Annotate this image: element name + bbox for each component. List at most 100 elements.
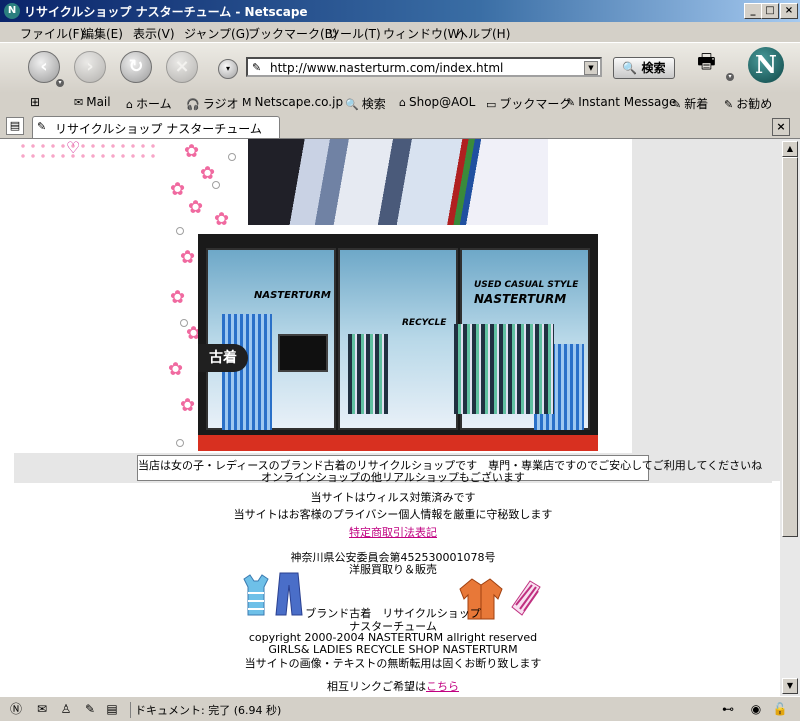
close-button[interactable]: × xyxy=(780,3,798,19)
flower-decoration: ✿ xyxy=(170,287,186,308)
menu-window[interactable]: ウィンドウ(W) xyxy=(383,25,464,42)
window-title: リサイクルショップ ナスターチューム - Netscape xyxy=(24,5,308,19)
toolbar-recommend-label: お勧め xyxy=(736,97,773,111)
netscape-logo[interactable]: N xyxy=(748,47,784,83)
tab-bar: ▤ ✎ リサイクルショップ ナスターチューム × xyxy=(0,114,800,139)
personal-toolbar: ⊞ ✉ Mail ⌂ ホーム 🎧 ラジオ M Netscape.co.jp 🔍 検索 ⌂ S… xyxy=(0,92,800,115)
toolbar-radio-label: ラジオ xyxy=(202,97,239,111)
maximize-button[interactable]: □ xyxy=(761,3,779,19)
scroll-down-button[interactable]: ▼ xyxy=(782,678,798,694)
title-bar: N リサイクルショップ ナスターチューム - Netscape _ □ × xyxy=(0,0,800,22)
menu-go[interactable]: ジャンプ(G) xyxy=(184,25,250,42)
toolbar-bookmarks-label: ブックマーク xyxy=(499,97,572,111)
furugi-sign: 古着 xyxy=(198,344,248,372)
flower-decoration: ✿ xyxy=(214,209,230,230)
notice-line-2: オンラインショップの他リアルショップもございます xyxy=(261,471,525,484)
flower-decoration: ✿ xyxy=(200,163,216,184)
bead-decoration xyxy=(176,227,184,235)
back-dropdown-icon[interactable]: ▾ xyxy=(56,79,64,87)
mail-icon[interactable]: ✉ xyxy=(34,701,50,717)
privacy-icon[interactable]: ◉ xyxy=(748,701,764,717)
address-book-icon[interactable]: ▤ xyxy=(104,701,120,717)
flower-decoration: ✿ xyxy=(180,247,196,268)
search-button[interactable]: 🔍 検索 xyxy=(613,57,675,79)
toolbar-recommend[interactable]: ✎ お勧め xyxy=(724,95,772,112)
bead-decoration xyxy=(212,181,220,189)
recycle-sign: RECYCLE xyxy=(402,318,447,328)
link-request-link[interactable]: こちら xyxy=(426,680,459,693)
toolbar-radio[interactable]: 🎧 ラジオ xyxy=(186,95,238,112)
print-icon[interactable]: 🖶 xyxy=(697,51,723,71)
business-line: 洋服買取り＆販売 xyxy=(349,563,437,576)
toolbar-instant-message[interactable]: ✎ Instant Message xyxy=(566,95,676,109)
toolbar-mail[interactable]: ✉ Mail xyxy=(74,95,111,109)
toolbar-netscape-label: Netscape.co.jp xyxy=(254,95,344,109)
no-copy-notice: 当サイトの画像・テキストの無断転用は固くお断り致します xyxy=(244,657,542,670)
link-icon: ✎ xyxy=(724,98,734,111)
online-status-icon[interactable]: ⊷ xyxy=(720,701,736,717)
instant-message-icon[interactable]: ♙ xyxy=(58,701,74,717)
bead-decoration xyxy=(176,439,184,447)
security-lock-icon[interactable]: 🔓 xyxy=(772,701,788,717)
home-icon: ⌂ xyxy=(126,98,133,111)
menu-file[interactable]: ファイル(F) xyxy=(20,25,84,42)
bead-decoration xyxy=(228,153,236,161)
composer-icon[interactable]: ✎ xyxy=(82,701,98,717)
toolbar-netscape[interactable]: M Netscape.co.jp xyxy=(242,95,343,109)
scroll-up-button[interactable]: ▲ xyxy=(782,141,798,157)
toolbar-new-label: 新着 xyxy=(684,97,709,111)
law-link[interactable]: 特定商取引法表記 xyxy=(349,526,437,539)
url-history-button[interactable]: ▾ xyxy=(218,59,238,79)
page-icon: ✎ xyxy=(252,61,262,74)
flower-decoration: ✿ xyxy=(184,141,200,162)
minimize-button[interactable]: _ xyxy=(744,3,762,19)
menu-tools[interactable]: ツール(T) xyxy=(328,25,381,42)
toolbar-bookmarks[interactable]: ▭ ブックマーク xyxy=(486,95,571,112)
page-content: ♡ ✿ ✿ ✿ ✿ ✿ ✿ ✿ ✿ ✿ ✿ NASTERTURM USED CA… xyxy=(0,139,780,696)
toolbar-new[interactable]: ✎ 新着 xyxy=(672,95,708,112)
status-bar: Ⓝ ✉ ♙ ✎ ▤ ドキュメント: 完了 (6.94 秒) ⊷ ◉ 🔓 xyxy=(0,696,800,721)
heart-icon: ♡ xyxy=(66,139,81,157)
shop-front-photo: NASTERTURM USED CASUAL STYLE NASTERTURM … xyxy=(198,234,598,451)
toolbar-instant-message-label: Instant Message xyxy=(578,95,677,109)
sidebar-toggle-icon[interactable]: ⊞ xyxy=(30,95,40,109)
menu-help[interactable]: ヘルプ(H) xyxy=(456,25,510,42)
forward-button[interactable]: › xyxy=(74,51,106,83)
url-dropdown-icon[interactable]: ▼ xyxy=(584,61,598,75)
link-request-line: 相互リンクご希望はこちら xyxy=(0,678,780,694)
menu-view[interactable]: 表示(V) xyxy=(133,25,175,42)
back-button[interactable]: ‹ xyxy=(28,51,60,83)
menu-bookmarks[interactable]: ブックマーク(B) xyxy=(248,25,338,42)
toolbar-search[interactable]: 🔍 検索 xyxy=(345,95,386,112)
law-link-row: 特定商取引法表記 xyxy=(0,524,780,540)
magnifier-icon: 🔍 xyxy=(345,98,359,111)
shop-sign-used: USED CASUAL STYLE xyxy=(474,280,579,290)
monitor-display xyxy=(278,334,328,372)
stop-button[interactable]: × xyxy=(166,51,198,83)
close-tab-button[interactable]: × xyxy=(772,118,790,136)
notice-box: 当店は女の子・レディースのブランド古着のリサイクルショップです 専門・専業店です… xyxy=(137,455,762,484)
url-bar: ✎ ▼ xyxy=(246,57,602,77)
menu-edit[interactable]: 編集(E) xyxy=(82,25,123,42)
link-icon: ✎ xyxy=(566,96,576,109)
reload-button[interactable]: ↻ xyxy=(120,51,152,83)
print-dropdown-icon[interactable]: ▾ xyxy=(726,73,734,81)
clothes-rack-photo xyxy=(248,139,548,225)
netscape-status-icon[interactable]: Ⓝ xyxy=(8,701,24,717)
url-input[interactable] xyxy=(270,60,580,75)
shop-icon: ⌂ xyxy=(399,96,406,109)
new-tab-button[interactable]: ▤ xyxy=(6,117,24,135)
vertical-scrollbar[interactable]: ▲ ▼ xyxy=(780,139,800,696)
page-icon: ✎ xyxy=(37,120,47,133)
tab-label: リサイクルショップ ナスターチューム xyxy=(55,122,262,136)
scroll-thumb[interactable] xyxy=(782,157,798,537)
toolbar-shop[interactable]: ⌂ Shop@AOL xyxy=(399,95,475,109)
mail-icon: ✉ xyxy=(74,96,84,109)
search-button-label: 検索 xyxy=(641,61,666,75)
toolbar-home[interactable]: ⌂ ホーム xyxy=(126,95,172,112)
menu-bar: ファイル(F) 編集(E) 表示(V) ジャンプ(G) ブックマーク(B) ツー… xyxy=(0,22,800,42)
folder-icon: ▭ xyxy=(486,98,497,111)
tab-current[interactable]: ✎ リサイクルショップ ナスターチューム xyxy=(32,116,280,138)
shop-sign-left: NASTERTURM xyxy=(254,290,331,301)
my-icon: M xyxy=(242,96,252,109)
